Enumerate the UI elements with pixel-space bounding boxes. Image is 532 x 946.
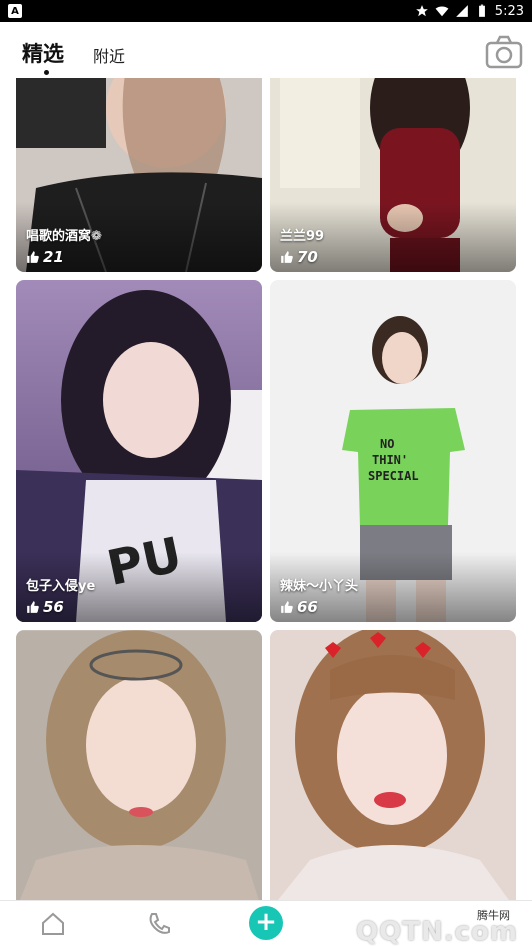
thumbs-up-icon [281, 251, 293, 263]
camera-icon[interactable] [484, 34, 524, 70]
watermark: 腾牛网 QQTN.com [336, 903, 526, 946]
battery-icon [478, 4, 485, 17]
svg-text:THIN': THIN' [372, 453, 408, 467]
bottom-navigation: + 腾牛网 QQTN.com [0, 900, 532, 946]
status-bar: A 5:23 [0, 0, 532, 22]
feed-card[interactable] [270, 630, 516, 900]
feed-card[interactable]: PU 包子入侵ye 56 [16, 280, 262, 622]
feed-card[interactable]: NO THIN' SPECIAL 辣妹～小丫头 66 [270, 280, 516, 622]
tab-selected-indicator [44, 70, 49, 75]
card-likes: 56 [26, 598, 64, 616]
likes-count: 66 [297, 598, 318, 616]
phone-icon[interactable] [146, 911, 172, 937]
feed-card[interactable]: 兰兰99 70 [270, 78, 516, 272]
svg-text:SPECIAL: SPECIAL [368, 469, 419, 483]
feed-card[interactable]: 唱歌的酒窝❁ 21 [16, 78, 262, 272]
wifi-icon [435, 6, 449, 17]
card-username: 包子入侵ye [26, 579, 96, 594]
card-likes: 21 [26, 248, 64, 266]
home-icon[interactable] [40, 911, 66, 937]
top-tab-bar: 精选 附近 [0, 22, 532, 78]
card-username: 辣妹～小丫头 [280, 579, 359, 594]
star-icon [415, 5, 428, 17]
tab-featured[interactable]: 精选 [22, 38, 64, 68]
thumbs-up-icon [27, 601, 39, 613]
svg-text:NO: NO [380, 437, 394, 451]
watermark-logo: QQTN.com [356, 917, 518, 946]
feed-card[interactable] [16, 630, 262, 900]
card-username: 唱歌的酒窝❁ [26, 229, 102, 244]
status-time: 5:23 [494, 3, 524, 19]
card-likes: 66 [280, 598, 318, 616]
feed-grid: 唱歌的酒窝❁ 21 兰兰99 70 包子入侵ye 56 NO THIN' SPE… [0, 78, 532, 900]
card-likes: 70 [280, 248, 318, 266]
likes-count: 70 [297, 248, 318, 266]
status-left: A [8, 4, 22, 18]
notification-badge: A [8, 4, 22, 18]
status-right: 5:23 [415, 4, 524, 19]
card-username: 兰兰99 [280, 229, 325, 244]
likes-count: 21 [43, 248, 64, 266]
create-post-button[interactable]: + [249, 906, 283, 940]
thumbs-up-icon [281, 601, 293, 613]
likes-count: 56 [43, 598, 64, 616]
thumbs-up-icon [27, 251, 39, 263]
tab-nearby[interactable]: 附近 [93, 43, 125, 67]
signal-icon [455, 5, 468, 17]
